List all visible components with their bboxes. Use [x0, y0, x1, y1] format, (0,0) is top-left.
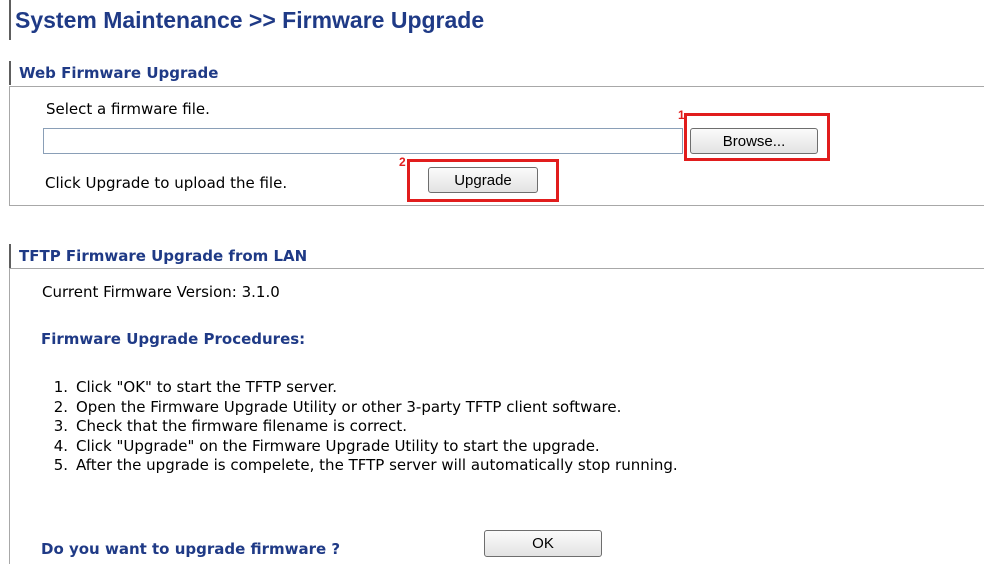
procedure-step: 3. Check that the firmware filename is co… — [53, 417, 407, 435]
firmware-file-input[interactable] — [43, 128, 683, 154]
procedure-step: 1. Click "OK" to start the TFTP server. — [53, 378, 338, 396]
procedure-step: 5. After the upgrade is compelete, the TF… — [53, 456, 678, 474]
callout-marker-2: 2 — [399, 155, 406, 169]
current-firmware-version: Current Firmware Version: 3.1.0 — [42, 283, 280, 301]
web-upgrade-header: Web Firmware Upgrade — [9, 61, 984, 85]
upload-instruction: Click Upgrade to upload the file. — [45, 174, 288, 192]
page-title: System Maintenance >> Firmware Upgrade — [9, 0, 984, 40]
upgrade-button[interactable]: Upgrade — [428, 167, 538, 193]
tftp-upgrade-header: TFTP Firmware Upgrade from LAN — [9, 244, 984, 268]
ok-button[interactable]: OK — [484, 530, 602, 557]
procedures-title: Firmware Upgrade Procedures: — [41, 330, 306, 348]
procedure-steps: 1. Click "OK" to start the TFTP server. 2… — [48, 378, 678, 476]
browse-button[interactable]: Browse... — [690, 128, 818, 154]
procedure-step: 2. Open the Firmware Upgrade Utility or o… — [53, 397, 622, 416]
procedure-step: 4. Click "Upgrade" on the Firmware Upgrad… — [53, 436, 600, 455]
upgrade-question: Do you want to upgrade firmware ? — [41, 540, 341, 558]
select-file-label: Select a firmware file. — [46, 100, 210, 118]
